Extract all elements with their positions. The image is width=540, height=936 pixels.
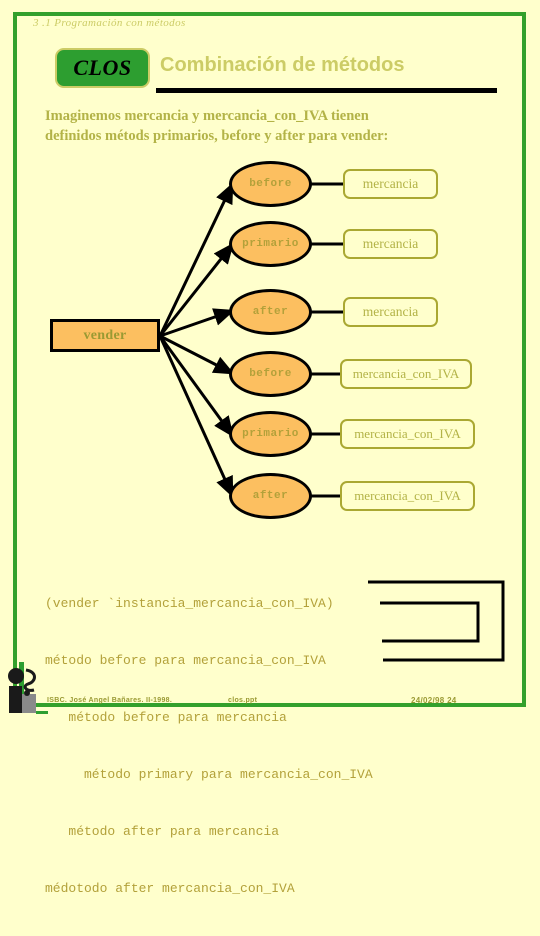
method-ellipse-label: before xyxy=(249,178,292,190)
trace-line: método after para mercancia xyxy=(45,824,280,839)
trace-line: (vender `instancia_mercancia_con_IVA) xyxy=(45,596,334,611)
intro-line: definidos métods primarios, before y aft… xyxy=(45,128,389,144)
intro-line: Imaginemos mercancia y mercancia_con_IVA… xyxy=(45,108,369,124)
trace-line: médotodo after mercancia_con_IVA xyxy=(45,881,295,896)
title-underline-rule xyxy=(156,88,497,93)
class-box-label: mercancia_con_IVA xyxy=(354,426,461,441)
dispatch-arrow xyxy=(158,335,234,438)
class-box: mercancia xyxy=(343,229,438,259)
method-ellipse-label: primario xyxy=(242,428,299,440)
footer-date-page: 24/02/98 24 xyxy=(411,696,457,705)
class-box-label: mercancia_con_IVA xyxy=(352,366,460,381)
class-box: mercancia xyxy=(343,297,438,327)
method-ellipse-label: after xyxy=(252,306,289,318)
dispatch-arrow xyxy=(158,242,234,337)
trace-line: método before para mercancia_con_IVA xyxy=(45,653,326,668)
class-box: mercancia_con_IVA xyxy=(340,359,472,389)
dispatch-arrow-group xyxy=(158,182,235,498)
page-title: Combinación de métodos xyxy=(160,54,405,76)
method-ellipse-label: before xyxy=(249,368,292,380)
method-ellipse: after xyxy=(229,473,312,519)
dispatch-arrow xyxy=(159,308,235,338)
dispatch-arrow xyxy=(159,334,235,375)
class-box-label: mercancia_con_IVA xyxy=(354,488,461,503)
dispatch-arrow xyxy=(158,182,234,337)
class-box: mercancia_con_IVA xyxy=(340,419,475,449)
footer-attribution: ISBC. José Angel Bañares. II-1998. xyxy=(47,697,173,704)
intro-paragraph: Imaginemos mercancia y mercancia_con_IVA… xyxy=(45,106,465,146)
dispatch-arrow xyxy=(158,335,234,498)
method-ellipse: primario xyxy=(229,221,312,267)
method-ellipse: before xyxy=(229,161,312,207)
clos-logo-text: CLOS xyxy=(73,55,132,80)
class-box: mercancia_con_IVA xyxy=(340,481,475,511)
section-eyebrow-label: 3 .1 Programación con métodos xyxy=(33,17,186,29)
method-ellipse: after xyxy=(229,289,312,335)
clos-logo-badge: CLOS xyxy=(55,48,150,88)
class-box-label: mercancia xyxy=(362,236,419,251)
method-ellipse: before xyxy=(229,351,312,397)
method-ellipse-label: after xyxy=(252,490,289,502)
trace-line: método before para mercancia xyxy=(45,710,287,725)
slide-canvas: 3 .1 Programación con métodos CLOS Combi… xyxy=(0,0,540,896)
method-ellipse: primario xyxy=(229,411,312,457)
class-box-label: mercancia xyxy=(362,176,419,191)
vender-source-label: vender xyxy=(83,327,127,343)
trace-line: método primary para mercancia_con_IVA xyxy=(45,767,373,782)
vender-source-box: vender xyxy=(50,319,160,352)
class-box: mercancia xyxy=(343,169,438,199)
footer-filename: clos.ppt xyxy=(228,697,258,704)
person-figure-logo xyxy=(8,662,48,714)
ellipse-class-link-group xyxy=(310,182,343,498)
method-trace-listing: (vender `instancia_mercancia_con_IVA) mé… xyxy=(45,556,495,936)
class-box-label: mercancia xyxy=(362,304,419,319)
method-ellipse-label: primario xyxy=(242,238,299,250)
